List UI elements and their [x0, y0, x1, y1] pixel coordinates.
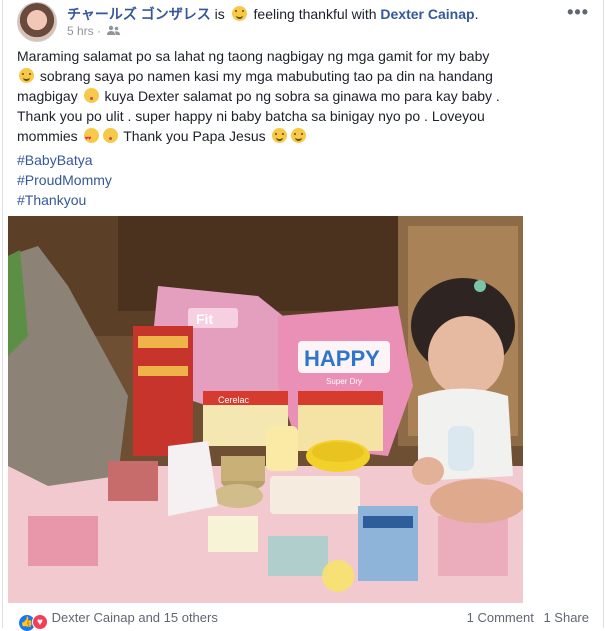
- post-line: Maraming salamat po sa lahat ng taong na…: [17, 48, 490, 64]
- reactions-text[interactable]: Dexter Cainap and 15 others: [52, 610, 218, 625]
- kiss-emoji-icon: [102, 128, 118, 143]
- photo-scene: HAPPY Super Dry Fit Cerelac: [8, 216, 523, 603]
- smile-emoji-icon: [19, 68, 34, 83]
- post-line-3: magbigay kuya Dexter salamat po ng sobra…: [17, 86, 587, 106]
- post-photo[interactable]: HAPPY Super Dry Fit Cerelac: [8, 216, 523, 603]
- post-line-5: mommies Thank you Papa Jesus: [17, 126, 587, 149]
- post-line-text: kuya Dexter salamat po ng sobra sa ginaw…: [104, 88, 500, 104]
- hashtag-link[interactable]: #ProudMommy: [17, 170, 112, 190]
- kiss-emoji-icon: [83, 88, 99, 103]
- post-line-2: sobrang saya po namen kasi my mga mabubu…: [17, 66, 587, 86]
- diaper-brand-label: HAPPY: [304, 346, 380, 371]
- post-header: チャールズ ゴンザレス is feeling thankful with Dex…: [17, 2, 593, 42]
- meta-separator: ·: [97, 24, 102, 38]
- author-name[interactable]: チャールズ ゴンザレス: [67, 6, 211, 22]
- friends-audience-icon[interactable]: [107, 25, 121, 36]
- box-label: Cerelac: [218, 395, 250, 405]
- post-meta: 5 hrs ·: [67, 24, 121, 38]
- post-timestamp[interactable]: 5 hrs: [67, 24, 94, 38]
- post-body: Maraming salamat po sa lahat ng taong na…: [17, 46, 587, 149]
- feeling-text: feeling thankful with: [253, 6, 377, 22]
- tagged-friend[interactable]: Dexter Cainap: [380, 6, 474, 22]
- hashtag-link[interactable]: #Thankyou: [17, 190, 112, 210]
- post-card: チャールズ ゴンザレス is feeling thankful with Dex…: [2, 0, 604, 631]
- feeling-smile-icon: [231, 6, 247, 21]
- header-period: .: [474, 6, 479, 22]
- heart-eyes-emoji-icon: [83, 128, 99, 149]
- hashtag-link[interactable]: #BabyBatya: [17, 150, 112, 170]
- post-line-text: Thank you Papa Jesus: [123, 128, 266, 144]
- avatar[interactable]: [17, 2, 57, 42]
- post-line-4: Thank you po ulit . super happy ni baby …: [17, 108, 485, 124]
- post-footer: 👍 ♥ Dexter Cainap and 15 others 1 Comment…: [11, 610, 595, 631]
- hashtags: #BabyBatya #ProudMommy #Thankyou: [17, 150, 112, 210]
- post-line-text: sobrang saya po namen kasi my mga mabubu…: [39, 68, 493, 84]
- diaper-size-label: Super Dry: [326, 377, 362, 386]
- tired-emoji-icon: [271, 128, 287, 143]
- more-options-icon[interactable]: •••: [567, 2, 589, 23]
- tired-emoji-icon: [290, 128, 306, 143]
- engagement-counts: 1 Comment 1 Share: [461, 610, 589, 625]
- post-line-text: magbigay: [17, 88, 78, 104]
- comments-count[interactable]: 1 Comment: [467, 610, 534, 625]
- header-line: チャールズ ゴンザレス is feeling thankful with Dex…: [67, 4, 478, 24]
- is-word: is: [214, 6, 225, 22]
- pack-label: Fit: [196, 311, 213, 327]
- post-line-text: mommies: [17, 128, 78, 144]
- shares-count[interactable]: 1 Share: [543, 610, 589, 625]
